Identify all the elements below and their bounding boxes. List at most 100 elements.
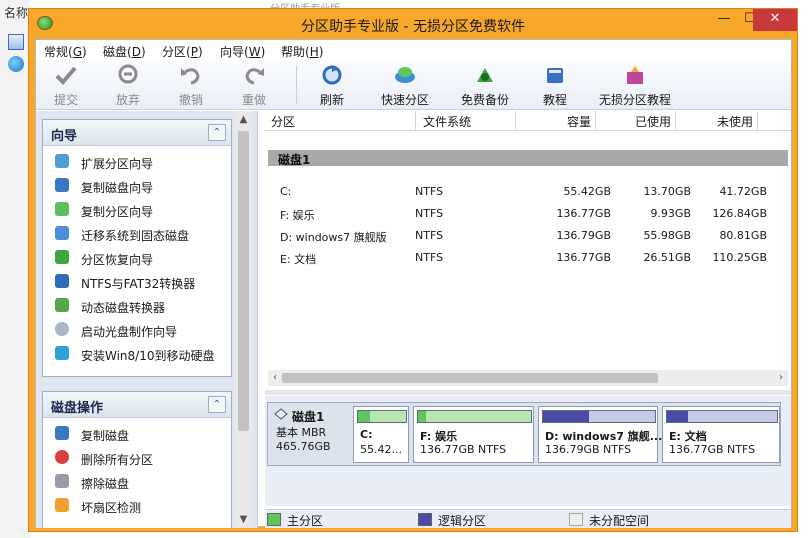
- disk-op-copy-disk[interactable]: 复制磁盘: [43, 422, 231, 446]
- disk-icon: [274, 408, 288, 420]
- undo-button[interactable]: 撤销: [179, 64, 203, 108]
- bad-sector-icon: [55, 498, 69, 512]
- wizard-item-migrate-ssd[interactable]: 迁移系统到固态磁盘: [43, 222, 231, 246]
- wipe-disk-icon: [55, 474, 69, 488]
- table-row[interactable]: C: NTFS 55.42GB 13.70GB 41.72GB: [265, 181, 791, 203]
- refresh-icon: [322, 65, 342, 85]
- horizontal-scrollbar[interactable]: ‹ ›: [268, 370, 788, 386]
- wizard-item-boot-cd[interactable]: 启动光盘制作向导: [43, 318, 231, 342]
- disk-info: 磁盘1 基本 MBR 465.76GB: [268, 403, 353, 465]
- disk-ops-group-header: 磁盘操作 ⌃: [43, 392, 231, 418]
- table-row[interactable]: E: 文档 NTFS 136.77GB 26.51GB 110.25GB: [265, 247, 791, 269]
- client-area: 常规(G) 磁盘(D) 分区(P) 向导(W) 帮助(H) 提交 放弃 撤销 重…: [35, 39, 792, 528]
- undo-icon: [181, 68, 200, 85]
- legend-logical: 逻辑分区: [418, 512, 486, 529]
- desktop-strip: 名称: [0, 0, 30, 538]
- menu-bar: 常规(G) 磁盘(D) 分区(P) 向导(W) 帮助(H): [36, 40, 791, 60]
- header-used[interactable]: 已使用: [635, 113, 671, 130]
- legend: 主分区 逻辑分区 未分配空间: [265, 509, 791, 528]
- partition-block-e[interactable]: E: 文档 136.77GB NTFS: [662, 406, 780, 463]
- disk-op-wipe[interactable]: 擦除磁盘: [43, 470, 231, 494]
- desktop-column-label: 名称: [4, 6, 29, 20]
- wizard-group-title: 向导: [51, 129, 78, 144]
- wizard-item-extend[interactable]: 扩展分区向导: [43, 150, 231, 174]
- boot-cd-icon: [55, 322, 69, 336]
- header-filesystem[interactable]: 文件系统: [423, 113, 471, 130]
- desktop-shortcut-icon[interactable]: [8, 34, 24, 50]
- wizard-item-partition-recovery[interactable]: 分区恢复向导: [43, 246, 231, 270]
- table-row[interactable]: D: windows7 旗舰版 NTFS 136.79GB 55.98GB 80…: [265, 225, 791, 247]
- disk-ops-group: 磁盘操作 ⌃ 复制磁盘 删除所有分区 擦除磁盘 坏扇区检测: [42, 391, 232, 528]
- disk-op-bad-sector[interactable]: 坏扇区检测: [43, 494, 231, 518]
- redo-button[interactable]: 重做: [242, 64, 266, 108]
- disk-ops-group-title: 磁盘操作: [51, 401, 104, 416]
- disk-group-row[interactable]: 磁盘1: [268, 150, 788, 167]
- ntfs-fat32-icon: [55, 274, 69, 288]
- disk-map: 磁盘1 基本 MBR 465.76GB C: 55.42... F: 娱乐 13…: [265, 396, 791, 506]
- header-partition[interactable]: 分区: [271, 113, 295, 130]
- unallocated-swatch: [569, 513, 583, 526]
- header-capacity[interactable]: 容量: [567, 113, 591, 130]
- delete-icon: [55, 450, 69, 464]
- ie-icon[interactable]: [8, 56, 24, 72]
- refresh-button[interactable]: 刷新: [320, 64, 344, 108]
- legend-unallocated: 未分配空间: [569, 512, 649, 529]
- partition-block-c[interactable]: C: 55.42...: [353, 406, 409, 463]
- wizard-item-dynamic-disk[interactable]: 动态磁盘转换器: [43, 294, 231, 318]
- commit-button[interactable]: 提交: [54, 64, 78, 108]
- toolbar-separator: [296, 66, 297, 104]
- copy-partition-icon: [55, 202, 69, 216]
- dynamic-disk-icon: [55, 298, 69, 312]
- wizard-group-header: 向导 ⌃: [43, 120, 231, 146]
- scroll-up-arrow[interactable]: ▲: [235, 111, 252, 128]
- menu-help[interactable]: 帮助(H): [281, 43, 323, 60]
- pane-splitter[interactable]: [265, 390, 791, 395]
- copy-disk-icon: [55, 426, 69, 440]
- discard-icon: [118, 64, 138, 84]
- horizontal-scroll-thumb[interactable]: [282, 373, 658, 383]
- minimize-button[interactable]: —: [711, 9, 737, 31]
- partition-block-f[interactable]: F: 娱乐 136.77GB NTFS: [413, 406, 534, 463]
- title-bar[interactable]: 分区助手专业版 - 无损分区免费软件 — ☐ ✕: [29, 9, 797, 39]
- window-title: 分区助手专业版 - 无损分区免费软件: [301, 19, 525, 35]
- wizard-item-ntfs-fat32[interactable]: NTFS与FAT32转换器: [43, 270, 231, 294]
- app-window: 分区助手专业版 - 无损分区免费软件 — ☐ ✕ 常规(G) 磁盘(D) 分区(…: [28, 8, 798, 532]
- backup-icon: [477, 68, 493, 82]
- lossless-tutorial-button[interactable]: 无损分区教程: [599, 64, 671, 108]
- partition-view: 分区 文件系统 容量 已使用 未使用 磁盘1 C: NTFS 55.42GB 1…: [265, 111, 791, 528]
- windows-to-go-icon: [55, 346, 69, 360]
- scroll-left-arrow[interactable]: ‹: [268, 370, 282, 386]
- free-backup-button[interactable]: 免费备份: [461, 64, 509, 108]
- scroll-thumb[interactable]: [238, 131, 249, 431]
- logical-swatch: [418, 513, 432, 526]
- header-free[interactable]: 未使用: [717, 113, 753, 130]
- usage-fill: [667, 411, 688, 422]
- disk-card[interactable]: 磁盘1 基本 MBR 465.76GB C: 55.42... F: 娱乐 13…: [267, 402, 781, 466]
- collapse-disk-ops-button[interactable]: ⌃: [208, 396, 226, 413]
- scroll-down-arrow[interactable]: ▼: [235, 511, 252, 528]
- redo-icon: [245, 68, 264, 85]
- close-button[interactable]: ✕: [753, 9, 797, 31]
- disk-name: 磁盘1: [292, 410, 325, 424]
- left-panel-scrollbar[interactable]: ▲ ▼: [235, 111, 252, 528]
- menu-wizard[interactable]: 向导(W): [220, 43, 265, 60]
- wizard-group: 向导 ⌃ 扩展分区向导 复制磁盘向导 复制分区向导 迁移系统到固态磁盘 分区恢复…: [42, 119, 232, 377]
- disk-size: 465.76GB: [276, 440, 331, 453]
- menu-disk[interactable]: 磁盘(D): [103, 43, 146, 60]
- partition-block-d[interactable]: D: windows7 旗舰... 136.79GB NTFS: [538, 406, 662, 463]
- collapse-wizard-button[interactable]: ⌃: [208, 124, 226, 141]
- partition-recovery-icon: [55, 250, 69, 264]
- table-row[interactable]: F: 娱乐 NTFS 136.77GB 9.93GB 126.84GB: [265, 203, 791, 225]
- quick-partition-button[interactable]: 快速分区: [381, 64, 429, 108]
- discard-button[interactable]: 放弃: [116, 64, 140, 108]
- wizard-item-copy-disk[interactable]: 复制磁盘向导: [43, 174, 231, 198]
- scroll-right-arrow[interactable]: ›: [774, 370, 788, 386]
- extend-partition-icon: [55, 154, 69, 168]
- wizard-item-win-to-go[interactable]: 安装Win8/10到移动硬盘: [43, 342, 231, 366]
- tutorial-button[interactable]: 教程: [543, 64, 567, 108]
- wizard-item-copy-partition[interactable]: 复制分区向导: [43, 198, 231, 222]
- primary-swatch: [267, 513, 281, 526]
- disk-op-delete-all[interactable]: 删除所有分区: [43, 446, 231, 470]
- menu-partition[interactable]: 分区(P): [162, 43, 203, 60]
- menu-general[interactable]: 常规(G): [44, 43, 87, 60]
